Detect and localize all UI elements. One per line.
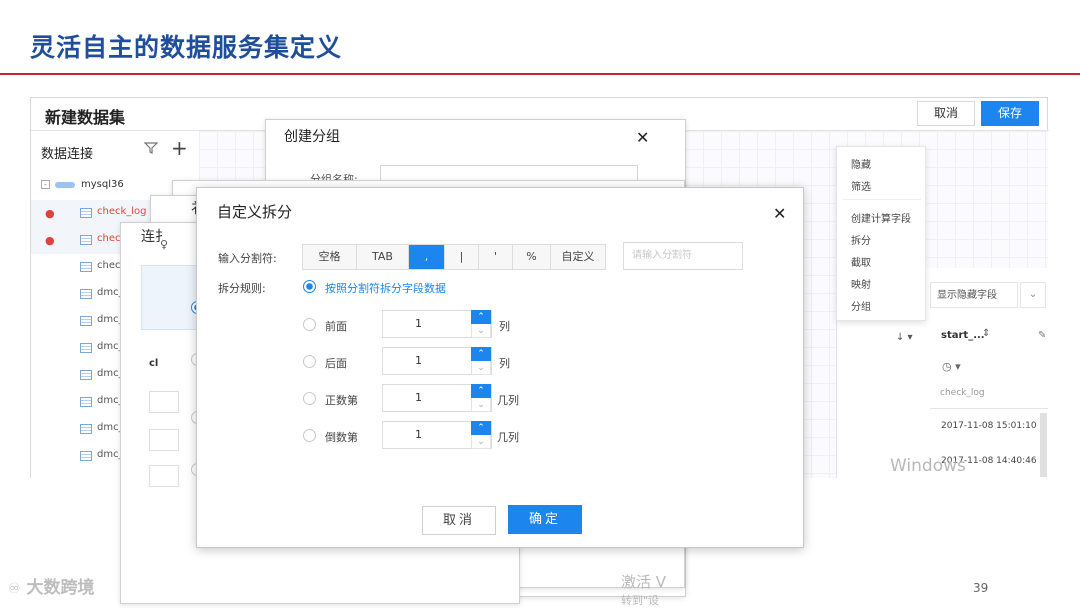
tree-root-label: mysql36 <box>81 179 124 190</box>
dialog-title: 自定义拆分 <box>217 203 293 221</box>
table-icon <box>80 289 92 299</box>
menu-item-calc-field[interactable]: 创建计算字段 <box>851 210 911 225</box>
radio-nth-from-end[interactable] <box>303 429 316 442</box>
table-icon <box>80 208 92 218</box>
dialog-title: 创建分组 <box>284 129 340 145</box>
sidebar-header: 数据连接 <box>41 147 94 162</box>
show-hidden-fields-button[interactable]: 显示隐藏字段 <box>930 282 1018 308</box>
separator-option[interactable]: , <box>409 245 445 269</box>
row-divider <box>930 408 1048 409</box>
page-number: 39 <box>973 581 989 595</box>
menu-item-split[interactable]: 拆分 <box>851 232 871 247</box>
stepper-down-icon[interactable]: ⌄ <box>471 324 491 338</box>
marker-icon: ● <box>45 234 55 247</box>
stepper-down-icon[interactable]: ⌄ <box>471 398 491 412</box>
cancel-button[interactable]: 取消 <box>917 101 975 126</box>
input-field[interactable] <box>149 429 179 451</box>
separator-option[interactable]: TAB <box>357 245 409 269</box>
chevron-down-icon[interactable]: ⌄ <box>1020 282 1046 308</box>
collapse-icon[interactable]: - <box>41 180 50 189</box>
separator-option[interactable]: 自定义 <box>551 245 605 269</box>
separator-segmented-control: 空格 TAB , | ' % 自定义 <box>302 244 606 270</box>
separator-label: 输入分割符: <box>218 252 277 265</box>
stepper-up-icon[interactable]: ⌃ <box>471 310 491 324</box>
input-field[interactable] <box>149 391 179 413</box>
stepper[interactable]: ⌃ ⌄ <box>471 384 491 412</box>
table-icon <box>80 343 92 353</box>
table-icon <box>80 316 92 326</box>
radio-nth-from-start[interactable] <box>303 392 316 405</box>
rule-split-by-separator: 按照分割符拆分字段数据 <box>325 282 446 295</box>
stepper-down-icon[interactable]: ⌄ <box>471 361 491 375</box>
close-icon[interactable]: ✕ <box>773 204 786 223</box>
custom-split-dialog: 自定义拆分 ✕ 输入分割符: 空格 TAB , | ' % 自定义 请输入分割符… <box>196 187 804 548</box>
stepper-up-icon[interactable]: ⌃ <box>471 421 491 435</box>
menu-item-filter[interactable]: 筛选 <box>851 178 871 193</box>
clock-icon[interactable]: ◷ ▾ <box>942 360 961 373</box>
edit-icon[interactable]: ✎ <box>1038 330 1046 341</box>
confirm-button[interactable]: 确定 <box>508 505 582 534</box>
column-source: check_log <box>940 388 985 398</box>
table-icon <box>80 424 92 434</box>
separator-option[interactable]: % <box>513 245 551 269</box>
column-name: start_... <box>941 330 985 341</box>
stepper-down-icon[interactable]: ⌄ <box>471 435 491 449</box>
table-row: 2017-11-08 15:01:10 <box>941 421 1037 431</box>
context-menu: 隐藏 筛选 创建计算字段 拆分 截取 映射 分组 <box>836 146 926 321</box>
separator-option[interactable]: 空格 <box>303 245 357 269</box>
radio-split-by-separator[interactable] <box>303 280 316 293</box>
stepper[interactable]: ⌃ ⌄ <box>471 347 491 375</box>
stepper-up-icon[interactable]: ⌃ <box>471 347 491 361</box>
close-icon[interactable]: ✕ <box>636 128 649 147</box>
windows-watermark: Windows <box>890 456 966 476</box>
stepper[interactable]: ⌃ ⌄ <box>471 310 491 338</box>
menu-item-map[interactable]: 映射 <box>851 276 871 291</box>
cancel-button[interactable]: 取消 <box>422 506 496 535</box>
column-header[interactable]: start_... ⇕ ✎ ◷ ▾ check_log <box>930 316 1048 408</box>
menu-item-hide[interactable]: 隐藏 <box>851 156 871 171</box>
scrollbar[interactable] <box>1040 413 1047 477</box>
activate-watermark: 激活 V 转到"设 <box>621 573 667 607</box>
menu-divider <box>843 199 921 200</box>
table-icon <box>80 451 92 461</box>
separator-option[interactable]: ' <box>479 245 513 269</box>
stepper[interactable]: ⌃ ⌄ <box>471 421 491 449</box>
window-title: 新建数据集 <box>45 108 126 127</box>
table-icon <box>80 397 92 407</box>
save-button[interactable]: 保存 <box>981 101 1039 126</box>
filter-icon[interactable] <box>143 141 159 159</box>
database-icon <box>55 182 75 188</box>
logo-icon: ♾ <box>8 581 21 597</box>
menu-item-group[interactable]: 分组 <box>851 298 871 313</box>
table-icon <box>80 370 92 380</box>
table-icon <box>80 235 92 245</box>
sort-icon[interactable]: ⇕ <box>982 328 990 339</box>
title-rule <box>0 73 1080 75</box>
slide-title: 灵活自主的数据服务集定义 <box>30 33 343 62</box>
footer-logo: ♾ 大数跨境 <box>8 578 95 598</box>
radio-front[interactable] <box>303 318 316 331</box>
type-dropdown-icon[interactable]: ↓ ▾ <box>896 332 913 343</box>
input-field[interactable] <box>149 465 179 487</box>
marker-icon: ● <box>45 207 55 220</box>
table-icon <box>80 262 92 272</box>
separator-option[interactable]: | <box>445 245 479 269</box>
menu-item-extract[interactable]: 截取 <box>851 254 871 269</box>
rule-label: 拆分规则: <box>218 282 266 295</box>
radio-back[interactable] <box>303 355 316 368</box>
stepper-up-icon[interactable]: ⌃ <box>471 384 491 398</box>
plus-icon[interactable]: + <box>171 136 188 160</box>
separator-glyph: ♀ <box>160 238 169 251</box>
custom-separator-input[interactable]: 请输入分割符 <box>623 242 743 270</box>
